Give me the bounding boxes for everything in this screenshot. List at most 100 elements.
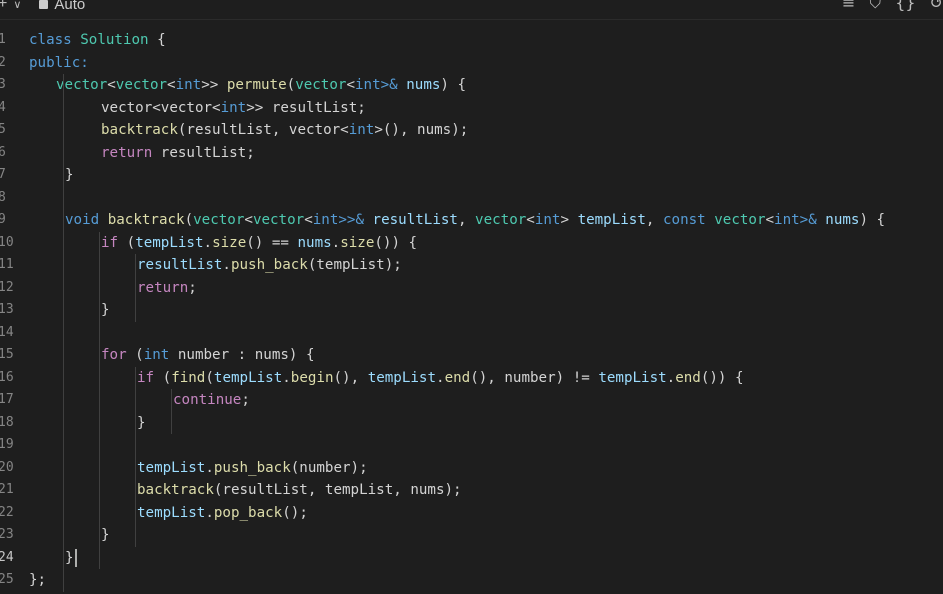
- code-token: nums: [297, 234, 332, 251]
- code-line[interactable]: 22 tempList.pop_back();: [0, 502, 943, 525]
- code-token: vector: [115, 77, 168, 93]
- code-token: >(), nums);: [374, 122, 469, 138]
- code-token: backtrack: [107, 212, 185, 228]
- bookmark-icon[interactable]: ⛉: [869, 0, 881, 13]
- code-token: int: [774, 212, 800, 228]
- code-token: >> resultList;: [246, 99, 366, 116]
- line-number: 19: [0, 437, 14, 452]
- code-token: (resultList,: [177, 122, 289, 138]
- code-line[interactable]: 9 void backtrack(vector<vector<int>>& res…: [0, 209, 943, 232]
- code-line[interactable]: 1 class Solution {: [0, 29, 943, 52]
- line-number: 25: [0, 572, 14, 587]
- code-token: .: [436, 369, 445, 386]
- code-token: ) {: [440, 77, 467, 93]
- line-number: 17: [0, 392, 14, 407]
- code-line[interactable]: 20 tempList.push_back(number);: [0, 457, 943, 480]
- code-token: if: [137, 369, 155, 386]
- format-icon[interactable]: ≡: [842, 0, 855, 13]
- code-token: ,: [457, 212, 476, 228]
- code-token: continue: [173, 392, 242, 408]
- line-number: 16: [0, 369, 14, 385]
- code-token: nums: [406, 77, 441, 93]
- language-label[interactable]: Auto: [54, 0, 85, 13]
- code-line[interactable]: 21 backtrack(resultList, tempList, nums);: [0, 479, 943, 502]
- code-token: >&: [799, 212, 826, 228]
- code-line[interactable]: 16 if (find(tempList.begin(), tempList.en…: [0, 367, 943, 390]
- chevron-down-icon[interactable]: ∨: [13, 0, 21, 11]
- code-text: vector<vector<int>> resultList;: [101, 97, 366, 120]
- code-token: push_back: [213, 459, 291, 476]
- code-line[interactable]: 8: [0, 187, 943, 210]
- code-token: (: [126, 347, 144, 363]
- code-line[interactable]: 4 vector<vector<int>> resultList;: [0, 97, 943, 120]
- line-number: 8: [0, 189, 6, 205]
- code-line[interactable]: 12 return;: [0, 277, 943, 300]
- editor-toolbar: + ∨ Auto ≡ ⛉ {} ↺: [0, 0, 943, 20]
- code-token: <: [107, 77, 116, 93]
- indent-guide: [135, 254, 136, 322]
- code-token: ;: [241, 392, 250, 408]
- code-token: .: [205, 459, 214, 476]
- code-token: }: [65, 167, 74, 183]
- braces-icon[interactable]: {}: [895, 0, 915, 13]
- add-icon[interactable]: +: [0, 0, 7, 13]
- code-line[interactable]: 25};: [0, 569, 943, 592]
- code-token: >>: [201, 77, 227, 93]
- code-line[interactable]: 5 backtrack(resultList, vector<int>(), nu…: [0, 119, 943, 142]
- code-line[interactable]: 18}: [0, 412, 943, 435]
- code-token: vector: [193, 212, 245, 228]
- code-line[interactable]: 10 if (tempList.size() == nums.size()) {: [0, 232, 943, 255]
- code-line[interactable]: 15 for (int number : nums) {: [0, 344, 943, 367]
- code-text: tempList.push_back(number);: [137, 457, 368, 480]
- code-line[interactable]: 3 vector<vector<int>> permute(vector<int>…: [0, 74, 943, 97]
- code-token: (tempList);: [307, 257, 402, 273]
- code-token: (), number) !=: [470, 369, 599, 386]
- line-number: 9: [0, 212, 6, 227]
- code-token: backtrack: [101, 122, 178, 138]
- code-line[interactable]: 14: [0, 322, 943, 345]
- reset-icon[interactable]: ↺: [930, 0, 943, 13]
- code-token: <: [765, 212, 775, 228]
- code-token: ()) {: [374, 234, 418, 251]
- code-line[interactable]: 17 continue;: [0, 389, 943, 412]
- code-token: }: [137, 414, 146, 431]
- toolbar-actions: ≡ ⛉ {} ↺: [842, 0, 943, 13]
- code-token: permute: [226, 77, 287, 93]
- code-token: (: [154, 369, 172, 386]
- code-token: <: [167, 77, 176, 93]
- code-line[interactable]: 19: [0, 434, 943, 457]
- code-line[interactable]: 13}: [0, 299, 943, 322]
- code-token: .: [203, 234, 213, 251]
- code-token: const: [663, 212, 715, 228]
- code-token: vector: [101, 99, 153, 116]
- code-token: tempList: [137, 504, 206, 521]
- line-number: 21: [0, 482, 14, 497]
- code-token: <: [526, 212, 535, 228]
- line-number: 4: [0, 99, 6, 115]
- code-line[interactable]: 23}: [0, 524, 943, 547]
- code-token: (: [286, 77, 296, 93]
- code-token: <: [152, 99, 161, 116]
- code-line[interactable]: 11 resultList.push_back(tempList);: [0, 254, 943, 277]
- code-token: {: [148, 32, 166, 48]
- code-text: class Solution {: [29, 29, 166, 52]
- code-token: tempList: [213, 369, 283, 386]
- code-editor[interactable]: 1 class Solution {2 public: 3 vector<vector<…: [0, 29, 943, 592]
- code-token: resultList: [372, 212, 458, 228]
- code-token: for: [101, 347, 127, 363]
- code-line[interactable]: 6 return resultList;: [0, 142, 943, 165]
- code-token: size: [340, 234, 375, 251]
- language-selector[interactable]: + ∨ Auto: [0, 0, 85, 14]
- code-line[interactable]: 24}: [0, 547, 943, 570]
- code-token: }: [101, 527, 110, 543]
- code-token: (),: [333, 369, 368, 386]
- text-cursor: [74, 548, 77, 567]
- code-line[interactable]: 2 public:: [0, 52, 943, 75]
- indent-guide: [63, 74, 64, 592]
- code-token: ();: [282, 504, 308, 521]
- code-token: end: [675, 369, 701, 386]
- code-token: if: [101, 234, 119, 251]
- code-token: int: [312, 212, 339, 228]
- code-line[interactable]: 7}: [0, 164, 943, 187]
- code-text: backtrack(resultList, vector<int>(), num…: [101, 119, 468, 142]
